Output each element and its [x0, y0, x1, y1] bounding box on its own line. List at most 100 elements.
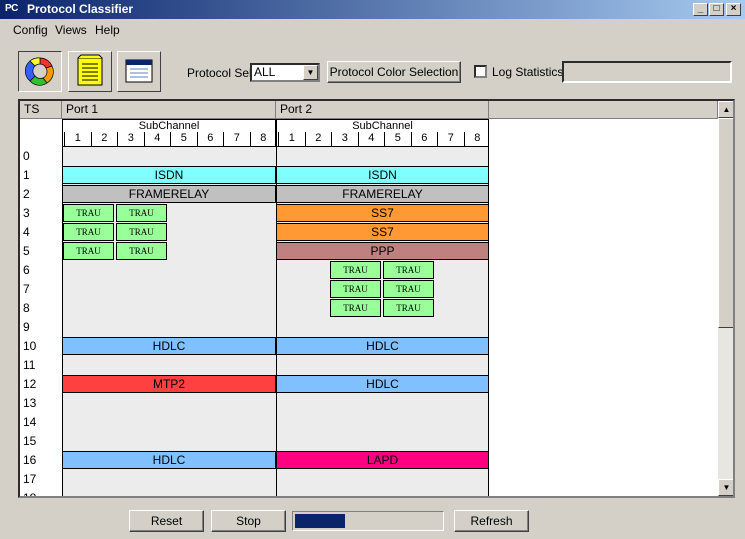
menu-config[interactable]: Config	[13, 23, 48, 37]
subchannel-number: 6	[410, 132, 438, 146]
protocol-bar[interactable]: ISDN	[276, 166, 489, 184]
protocol-bar[interactable]: FRAMERELAY	[276, 185, 489, 203]
app-icon: PC	[5, 3, 18, 14]
stop-button[interactable]: Stop	[211, 510, 286, 532]
trau-cell[interactable]: TRAU	[116, 223, 167, 241]
progress-bar	[292, 511, 444, 531]
trau-cell[interactable]: TRAU	[63, 204, 114, 222]
subchannel-number: 1	[64, 132, 91, 146]
ts-label: 0	[23, 149, 30, 163]
subchannel-label: SubChannel	[352, 120, 413, 132]
protocol-bar[interactable]: LAPD	[276, 451, 489, 469]
maximize-button[interactable]: □	[709, 3, 724, 16]
ts-label: 4	[23, 225, 30, 239]
ts-label: 6	[23, 263, 30, 277]
ts-label: 5	[23, 244, 30, 258]
subchannel-number: 1	[278, 132, 305, 146]
log-statistics-field	[562, 61, 732, 83]
subchannel-number: 8	[249, 132, 277, 146]
log-statistics-checkbox[interactable]	[474, 65, 487, 78]
log-view-icon	[77, 54, 103, 86]
classifier-view-button[interactable]	[18, 51, 62, 92]
trau-cell[interactable]: TRAU	[330, 261, 381, 279]
subchannel-number: 4	[357, 132, 385, 146]
ts-label: 14	[23, 415, 37, 429]
classifier-view-icon	[24, 57, 54, 86]
protocol-sel-label: Protocol Sel	[187, 66, 252, 80]
ts-label: 3	[23, 206, 30, 220]
trau-cell[interactable]: TRAU	[116, 204, 167, 222]
ts-label: 8	[23, 301, 30, 315]
window-view-button[interactable]	[117, 51, 161, 92]
protocol-bar[interactable]: HDLC	[62, 451, 276, 469]
vertical-scrollbar[interactable]: ▲ ▼	[718, 101, 733, 496]
scroll-up-icon[interactable]: ▲	[718, 101, 733, 118]
menu-views[interactable]: Views	[55, 23, 87, 37]
ts-label: 7	[23, 282, 30, 296]
subchannel-number: 2	[90, 132, 118, 146]
subchannel-number: 5	[170, 132, 197, 146]
trau-cell[interactable]: TRAU	[383, 299, 434, 317]
trau-cell[interactable]: TRAU	[383, 280, 434, 298]
menu-help[interactable]: Help	[95, 23, 120, 37]
ts-label: 15	[23, 434, 37, 448]
window-view-icon	[125, 59, 153, 83]
trau-cell[interactable]: TRAU	[116, 242, 167, 260]
protocol-bar[interactable]: HDLC	[62, 337, 276, 355]
ts-label: 2	[23, 187, 30, 201]
progress-fill	[295, 514, 345, 528]
subchannel-label: SubChannel	[138, 120, 200, 132]
protocol-grid[interactable]: TS Port 1 Port 2 0 1 2 3 4 5 6 7 8 9 10 11 12 13 14 15 1…	[18, 99, 735, 498]
subchannel-number: 5	[384, 132, 411, 146]
log-statistics-label: Log Statistics	[492, 65, 564, 79]
scroll-thumb[interactable]	[718, 118, 733, 328]
protocol-bar[interactable]: SS7	[276, 223, 489, 241]
ts-label: 17	[23, 472, 37, 486]
port-1-header: Port 1	[62, 101, 276, 119]
subchannel-number: 8	[463, 132, 491, 146]
subchannel-number: 3	[117, 132, 144, 146]
protocol-bar[interactable]: HDLC	[276, 337, 489, 355]
protocol-bar[interactable]: FRAMERELAY	[62, 185, 276, 203]
ts-label: 11	[23, 358, 36, 372]
ts-label: 18	[23, 491, 37, 498]
subchannel-number: 7	[223, 132, 250, 146]
ts-label: 16	[23, 453, 37, 467]
scroll-down-icon[interactable]: ▼	[718, 479, 733, 496]
reset-button[interactable]: Reset	[129, 510, 204, 532]
protocol-bar[interactable]: PPP	[276, 242, 489, 260]
window-title: Protocol Classifier	[27, 2, 134, 16]
protocol-color-selection-button[interactable]: Protocol Color Selection	[327, 61, 461, 83]
protocol-bar[interactable]: MTP2	[62, 375, 276, 393]
ts-label: 12	[23, 377, 37, 391]
subchannel-number: 4	[143, 132, 171, 146]
protocol-select-value: ALL	[254, 65, 276, 79]
trau-cell[interactable]: TRAU	[63, 242, 114, 260]
ts-label: 1	[23, 168, 30, 182]
refresh-button[interactable]: Refresh	[454, 510, 529, 532]
subchannel-number: 7	[437, 132, 464, 146]
dropdown-arrow-icon[interactable]: ▼	[303, 65, 318, 80]
port-2-subchannel-header: SubChannel 12345678	[276, 119, 489, 147]
trau-cell[interactable]: TRAU	[383, 261, 434, 279]
protocol-bar[interactable]: HDLC	[276, 375, 489, 393]
ts-label: 9	[23, 320, 30, 334]
ts-header: TS	[20, 101, 62, 119]
trau-cell[interactable]: TRAU	[330, 299, 381, 317]
trau-cell[interactable]: TRAU	[330, 280, 381, 298]
port-1-subchannel-header: SubChannel 12345678	[62, 119, 276, 147]
protocol-bar[interactable]: SS7	[276, 204, 489, 222]
subchannel-number: 2	[304, 132, 332, 146]
ts-label: 13	[23, 396, 37, 410]
log-view-button[interactable]	[68, 51, 112, 92]
title-bar: PC Protocol Classifier _ □ ×	[0, 0, 745, 19]
close-button[interactable]: ×	[726, 3, 741, 16]
menu-bar: Config Views Help	[0, 20, 745, 39]
port-2-header: Port 2	[276, 101, 489, 119]
trau-cell[interactable]: TRAU	[63, 223, 114, 241]
empty-header	[489, 101, 718, 119]
protocol-select[interactable]: ALL ▼	[250, 63, 320, 82]
minimize-button[interactable]: _	[693, 3, 708, 16]
protocol-bar[interactable]: ISDN	[62, 166, 276, 184]
ts-label: 10	[23, 339, 37, 353]
